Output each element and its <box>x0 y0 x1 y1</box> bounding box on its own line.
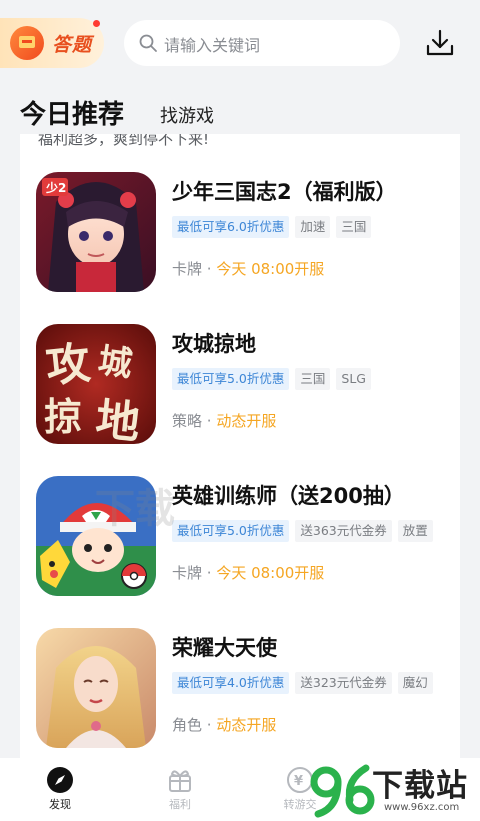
red-envelope-icon <box>10 26 44 60</box>
game-genre: 卡牌 · <box>172 260 217 278</box>
game-title[interactable]: 少年三国志2（福利版） <box>172 176 397 206</box>
svg-text:¥: ¥ <box>294 774 303 789</box>
nav-discover[interactable]: 发现 <box>20 758 100 821</box>
nav-welfare[interactable]: 福利 <box>140 758 220 821</box>
game-genre: 角色 · <box>172 716 217 734</box>
svg-text:下载: 下载 <box>95 486 175 532</box>
watermark-overlay: 下载 <box>95 486 175 532</box>
search-icon <box>139 34 157 52</box>
game-meta: 角色 · 动态开服 <box>172 714 276 735</box>
game-title[interactable]: 攻城掠地 <box>172 328 256 358</box>
game-meta: 策略 · 动态开服 <box>172 410 276 431</box>
game-tag: 三国 <box>295 368 331 390</box>
discount-tag: 最低可享4.0折优惠 <box>172 672 290 694</box>
nav-label: 发现 <box>49 798 71 811</box>
discount-tag: 最低可享6.0折优惠 <box>172 216 290 238</box>
svg-text:城: 城 <box>96 341 135 385</box>
download-icon[interactable] <box>424 27 456 59</box>
game-title[interactable]: 荣耀大天使 <box>172 632 277 662</box>
game-genre: 卡牌 · <box>172 564 217 582</box>
notification-dot <box>93 20 100 27</box>
header: 答题 请输入关键词 <box>0 0 480 88</box>
gongcheng-luedi-icon[interactable]: 攻 城 掠 地 <box>36 324 156 444</box>
game-tag: 加速 <box>295 216 331 238</box>
search-placeholder: 请输入关键词 <box>164 36 261 55</box>
game-tags: 最低可享5.0折优惠 三国 SLG <box>172 368 377 390</box>
server-open-time: 动态开服 <box>216 716 277 734</box>
game-tag: 三国 <box>336 216 372 238</box>
watermark-brand: 下载站 <box>372 768 468 804</box>
game-item[interactable]: 荣耀大天使 最低可享4.0折优惠 送323元代金券 魔幻 角色 · 动态开服 <box>20 628 460 758</box>
game-genre: 策略 · <box>172 412 217 430</box>
gift-icon <box>169 770 191 792</box>
game-item[interactable]: 攻 城 掠 地 攻城掠地 最低可享5.0折优惠 三国 SLG 策略 · 动态开服 <box>20 324 460 464</box>
svg-text:掠: 掠 <box>44 394 82 439</box>
game-tag: 送323元代金券 <box>295 672 392 694</box>
game-tag: 魔幻 <box>397 672 433 694</box>
game-item[interactable]: 少2 少年三国志2（福利版） 最低可享6.0折优惠 加速 三国 卡牌 · 今天 08… <box>20 172 460 312</box>
game-tag: 送363元代金券 <box>295 520 392 542</box>
svg-text:少2: 少2 <box>45 180 66 195</box>
server-open-time: 今天 08:00开服 <box>216 564 325 582</box>
quiz-badge-button[interactable]: 答题 <box>0 18 104 68</box>
shaonian-sanguozhi-icon[interactable]: 少2 <box>36 172 156 292</box>
svg-text:攻: 攻 <box>44 338 93 393</box>
rongyao-datianshi-icon[interactable] <box>36 628 156 748</box>
game-tag: 放置 <box>397 520 433 542</box>
top-tabs: 今日推荐 找游戏 <box>0 94 480 134</box>
recommend-card: 福利超多，爽到停不下来! 少2 少年三国志2（福利版） 最低可享6.0折优惠 加… <box>20 134 460 758</box>
game-tags: 最低可享4.0折优惠 送323元代金券 魔幻 <box>172 672 439 694</box>
search-input[interactable]: 请输入关键词 <box>124 20 400 66</box>
game-meta: 卡牌 · 今天 08:00开服 <box>172 258 324 279</box>
tab-find-games[interactable]: 找游戏 <box>160 102 214 128</box>
quiz-badge-label: 答题 <box>52 34 93 56</box>
compass-icon <box>47 767 73 793</box>
game-meta: 卡牌 · 今天 08:00开服 <box>172 562 324 583</box>
game-tags: 最低可享6.0折优惠 加速 三国 <box>172 216 377 238</box>
game-tag: SLG <box>336 368 371 390</box>
watermark-url: www.96xz.com <box>384 802 460 813</box>
tab-today-recommend[interactable]: 今日推荐 <box>20 94 124 131</box>
server-open-time: 今天 08:00开服 <box>216 260 325 278</box>
server-open-time: 动态开服 <box>216 412 277 430</box>
section-subtitle: 福利超多，爽到停不下来! <box>38 134 210 148</box>
discount-tag: 最低可享5.0折优惠 <box>172 368 290 390</box>
svg-text:地: 地 <box>93 394 142 444</box>
nav-label: 福利 <box>169 798 191 811</box>
